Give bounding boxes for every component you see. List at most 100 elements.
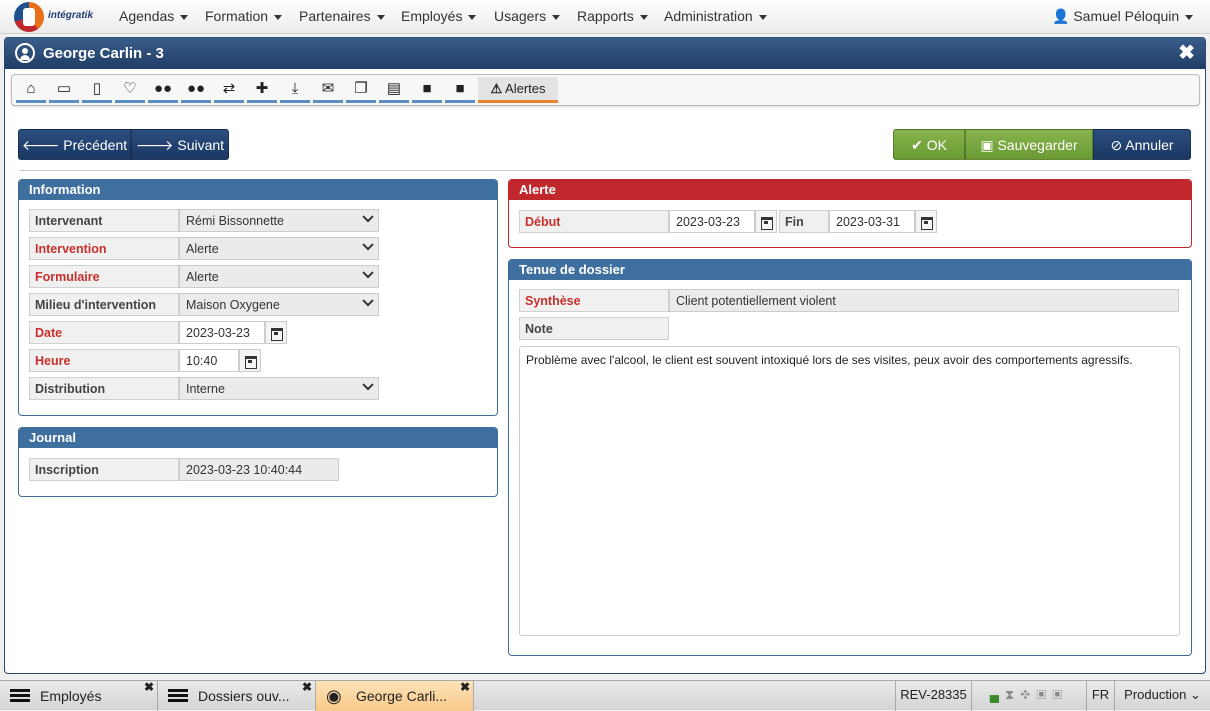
information-title: Information [19, 180, 497, 200]
menu-rapports[interactable]: Rapports [577, 0, 648, 34]
cancel-button[interactable]: ⊘ Annuler [1093, 129, 1191, 160]
fin-input[interactable]: 2023-03-31 [829, 210, 915, 233]
dossier-panel: Tenue de dossier Synthèse Client potenti… [508, 259, 1192, 656]
sticky-note-2-icon[interactable]: ■ [445, 77, 475, 103]
chevron-down-icon [362, 379, 374, 391]
close-window-icon[interactable]: ✖ [1178, 38, 1195, 69]
close-tab-icon[interactable]: ✖ [460, 672, 470, 702]
calendar-icon[interactable] [915, 210, 937, 233]
user-circle-icon: ◉ [326, 686, 342, 706]
debut-input[interactable]: 2023-03-23 [669, 210, 755, 233]
list-icon [168, 689, 188, 703]
floppy-icon: ▣ [980, 137, 994, 153]
newspaper-icon[interactable]: ▤ [379, 77, 409, 103]
taskbar-tab-dossiers[interactable]: Dossiers ouv... ✖ [158, 680, 316, 711]
revision-label: REV-28335 [895, 681, 971, 711]
window-title: George Carlin - 3 [43, 45, 164, 62]
environment-select[interactable]: Production ⌄ [1114, 681, 1210, 711]
home-icon[interactable]: ⌂ [16, 77, 46, 103]
lock-2-icon: ▣ [1052, 687, 1069, 702]
formulaire-select[interactable]: Alerte [179, 265, 379, 288]
divider [19, 170, 1191, 171]
menu-usagers[interactable]: Usagers [494, 0, 561, 34]
intervention-label: Intervention [29, 237, 179, 260]
documents-icon[interactable]: ❐ [346, 77, 376, 103]
top-navbar: intégratik Agendas Formation Partenaires… [0, 0, 1210, 34]
group-icon[interactable]: ●● [148, 77, 178, 103]
menu-formation[interactable]: Formation [205, 0, 283, 34]
save-button[interactable]: ▣ Sauvegarder [965, 129, 1093, 160]
check-icon: ✔ [911, 137, 923, 153]
intervenant-select[interactable]: Rémi Bissonnette [179, 209, 379, 232]
alerte-title: Alerte [509, 180, 1191, 200]
close-tab-icon[interactable]: ✖ [144, 672, 154, 702]
chevron-down-icon: ⌄ [1189, 687, 1201, 702]
chevron-down-icon [362, 239, 374, 251]
formulaire-label: Formulaire [29, 265, 179, 288]
chevron-down-icon [362, 267, 374, 279]
menu-employes[interactable]: Employés [401, 0, 477, 34]
list-icon [10, 689, 30, 703]
arrow-left-icon: 🡐 [21, 137, 60, 153]
contact-book-icon[interactable]: ▯ [82, 77, 112, 103]
hourglass-icon: ⧗ [1004, 687, 1021, 702]
alerte-panel: Alerte Début 2023-03-23 Fin 2023-03-31 [508, 179, 1192, 248]
sticky-note-icon[interactable]: ■ [412, 77, 442, 103]
medical-kit-icon[interactable]: ✚ [247, 77, 277, 103]
user-circle-icon [15, 43, 35, 63]
intervention-select[interactable]: Alerte [179, 237, 379, 260]
note-label: Note [519, 317, 669, 340]
menu-agendas[interactable]: Agendas [119, 0, 189, 34]
download-icon[interactable]: ⤓ [280, 77, 310, 103]
user-menu[interactable]: 👤 Samuel Péloquin [1052, 0, 1194, 34]
heartbeat-icon[interactable]: ♡ [115, 77, 145, 103]
close-tab-icon[interactable]: ✖ [302, 672, 312, 702]
monitor-icon: ▄ [989, 687, 1005, 702]
distribution-label: Distribution [29, 377, 179, 400]
calendar-icon[interactable] [239, 349, 261, 372]
handshake-icon[interactable]: ⇄ [214, 77, 244, 103]
menu-partenaires[interactable]: Partenaires [299, 0, 385, 34]
note-textarea[interactable]: Problème avec l'alcool, le client est so… [519, 346, 1180, 636]
intervenant-label: Intervenant [29, 209, 179, 232]
next-button[interactable]: 🡒 Suivant [131, 129, 229, 160]
tab-alertes[interactable]: ⚠ Alertes [478, 77, 558, 103]
information-panel: Information Intervenant Rémi Bissonnette… [18, 179, 498, 416]
ban-icon: ⊘ [1110, 137, 1123, 153]
taskbar-tab-george[interactable]: ◉ George Carli... ✖ [316, 680, 474, 711]
integratik-logo[interactable]: intégratik [12, 2, 104, 32]
calendar-icon[interactable] [755, 210, 777, 233]
journal-title: Journal [19, 428, 497, 448]
chevron-down-icon [362, 211, 374, 223]
dossier-title: Tenue de dossier [509, 260, 1191, 280]
journal-panel: Journal Inscription 2023-03-23 10:40:44 [18, 427, 498, 497]
envelope-icon[interactable]: ✉ [313, 77, 343, 103]
inscription-label: Inscription [29, 458, 179, 481]
inscription-value: 2023-03-23 10:40:44 [179, 458, 339, 481]
synthese-input[interactable]: Client potentiellement violent [669, 289, 1179, 312]
heure-input[interactable]: 10:40 [179, 349, 239, 372]
expand-icon: ✥ [1020, 687, 1037, 702]
milieu-label: Milieu d'intervention [29, 293, 179, 316]
taskbar: Employés ✖ Dossiers ouv... ✖ ◉ George Carli… [0, 680, 1210, 711]
lock-icon: ▣ [1036, 687, 1053, 702]
status-icons: ▄⧗✥▣▣ [971, 681, 1086, 711]
previous-button[interactable]: 🡐 Précédent [18, 129, 131, 160]
debut-label: Début [519, 210, 669, 233]
fin-label: Fin [779, 210, 829, 233]
synthese-label: Synthèse [519, 289, 669, 312]
heure-label: Heure [29, 349, 179, 372]
ok-button[interactable]: ✔ OK [893, 129, 965, 160]
users-icon[interactable]: ●● [181, 77, 211, 103]
taskbar-tab-employes[interactable]: Employés ✖ [0, 680, 158, 711]
menu-administration[interactable]: Administration [664, 0, 767, 34]
language-button[interactable]: FR [1086, 681, 1114, 711]
distribution-select[interactable]: Interne [179, 377, 379, 400]
calendar-icon[interactable] [265, 321, 287, 344]
date-input[interactable]: 2023-03-23 [179, 321, 265, 344]
window-titlebar: George Carlin - 3 ✖ [5, 38, 1205, 69]
date-label: Date [29, 321, 179, 344]
record-toolbar: ⌂ ▭ ▯ ♡ ●● ●● ⇄ ✚ ⤓ ✉ ❐ ▤ ■ ■ ⚠ Alertes [11, 74, 1200, 106]
id-card-icon[interactable]: ▭ [49, 77, 79, 103]
milieu-select[interactable]: Maison Oxygene [179, 293, 379, 316]
